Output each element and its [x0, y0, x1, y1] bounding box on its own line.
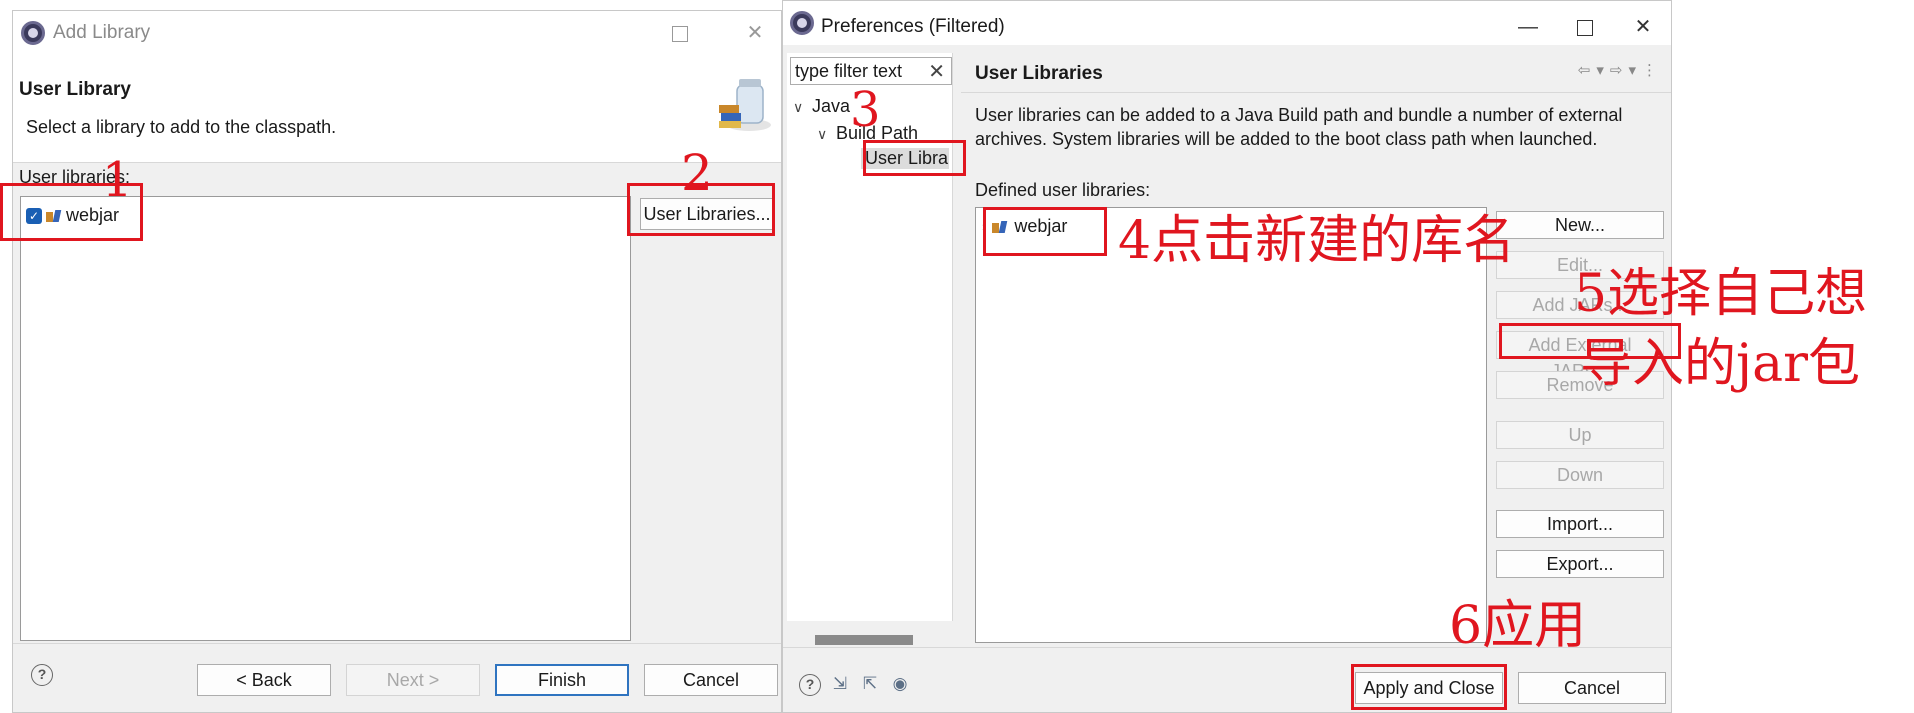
page-header: User Libraries ⇦▾⇨▾⋮: [961, 53, 1671, 93]
back-button[interactable]: < Back: [197, 664, 331, 696]
horizontal-scrollbar[interactable]: [815, 635, 913, 645]
chevron-down-icon[interactable]: ∨: [793, 99, 807, 116]
annotation-box-4: [983, 207, 1107, 256]
annotation-step-6: 6应用: [1449, 596, 1587, 656]
annotation-step-5-line2: 导入的jar包: [1580, 334, 1860, 394]
page-description: User libraries can be added to a Java Bu…: [975, 105, 1623, 149]
tree-scrollbar-track: [787, 621, 953, 647]
eclipse-app-icon: [21, 21, 45, 45]
dialog-footer: ? ⇲ ⇱ ◉ Apply and Close Cancel: [783, 647, 1671, 712]
dialog-footer: ? < Back Next > Finish Cancel: [13, 643, 781, 712]
close-button[interactable]: ✕: [740, 19, 770, 47]
header-subtitle: Select a library to add to the classpath…: [26, 117, 337, 137]
window-title: Preferences (Filtered): [821, 16, 1005, 37]
annotation-step-5-line1: 5选择自己想: [1574, 264, 1868, 324]
annotation-step-4: 4点击新建的库名: [1118, 211, 1516, 271]
annotation-step-3: 3: [850, 82, 881, 138]
annotation-step-2: 2: [681, 144, 713, 202]
cancel-button[interactable]: Cancel: [644, 664, 778, 696]
annotation-step-1: 1: [102, 152, 133, 208]
maximize-button[interactable]: [1570, 13, 1600, 41]
close-button[interactable]: ✕: [1628, 13, 1658, 41]
annotation-box-3: [863, 140, 966, 176]
down-button[interactable]: Down: [1496, 461, 1664, 489]
help-icon[interactable]: ?: [799, 674, 821, 696]
defined-libraries-list[interactable]: › webjar: [975, 207, 1487, 643]
tree-item-java[interactable]: ∨ Java: [793, 96, 850, 117]
chevron-down-icon[interactable]: ∨: [817, 126, 831, 143]
export-prefs-icon[interactable]: ⇱: [859, 674, 881, 694]
add-library-dialog: Add Library ✕ User Library Select a libr…: [12, 10, 782, 713]
oomph-prefs-icon[interactable]: ◉: [889, 674, 911, 694]
eclipse-app-icon: [790, 11, 814, 35]
export-button[interactable]: Export...: [1496, 550, 1664, 578]
up-button[interactable]: Up: [1496, 421, 1664, 449]
user-libraries-list[interactable]: ✓ webjar: [20, 196, 631, 641]
page-title: User Libraries: [975, 63, 1103, 84]
defined-libraries-label: Defined user libraries:: [975, 180, 1151, 200]
finish-button[interactable]: Finish: [495, 664, 629, 696]
title-bar: Add Library ✕: [13, 11, 781, 55]
import-prefs-icon[interactable]: ⇲: [829, 674, 851, 694]
next-button[interactable]: Next >: [346, 664, 480, 696]
cancel-button[interactable]: Cancel: [1518, 672, 1666, 704]
page-navigation-icons[interactable]: ⇦▾⇨▾⋮: [1578, 61, 1663, 79]
filter-input[interactable]: type filter text ✕: [790, 57, 952, 85]
title-bar: Preferences (Filtered) — ✕: [783, 1, 1671, 45]
filter-text: type filter text: [795, 61, 903, 81]
clear-filter-icon[interactable]: ✕: [928, 59, 945, 84]
annotation-box-6: [1351, 664, 1507, 710]
window-title: Add Library: [53, 22, 151, 43]
maximize-button[interactable]: [665, 19, 695, 47]
tree-item-label: Java: [812, 96, 851, 116]
new-button[interactable]: New...: [1496, 211, 1664, 239]
help-icon[interactable]: ?: [31, 664, 53, 686]
header-title: User Library: [19, 79, 131, 100]
dialog-header: User Library Select a library to add to …: [13, 55, 781, 163]
library-jar-icon: [719, 79, 771, 131]
minimize-button[interactable]: —: [1513, 13, 1543, 41]
import-button[interactable]: Import...: [1496, 510, 1664, 538]
